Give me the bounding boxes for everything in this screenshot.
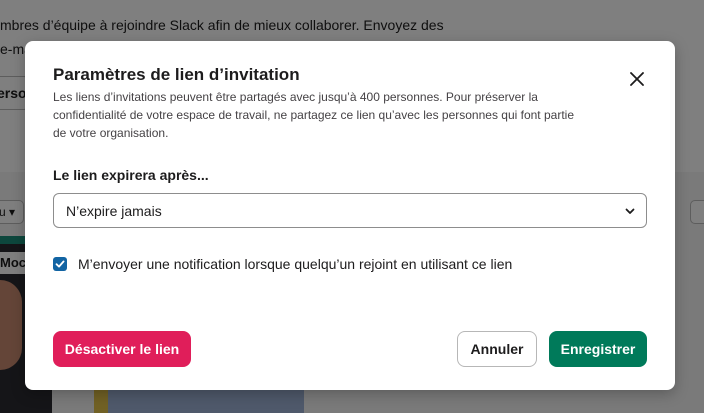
close-button[interactable] [623, 65, 651, 93]
checkmark-icon [55, 260, 65, 268]
dialog-description: Les liens d’invitations peuvent être par… [53, 90, 574, 140]
expire-label: Le lien expirera après... [53, 167, 209, 183]
dialog-title: Paramètres de lien d’invitation [53, 65, 300, 84]
deactivate-link-button[interactable]: Désactiver le lien [53, 331, 191, 367]
invite-link-settings-dialog: Paramètres de lien d’invitation Les lien… [25, 41, 675, 390]
notify-checkbox[interactable] [53, 257, 67, 271]
expire-select[interactable]: N’expire jamais [53, 193, 647, 228]
save-button[interactable]: Enregistrer [549, 331, 647, 367]
chevron-down-icon [625, 208, 635, 214]
notify-checkbox-label[interactable]: M’envoyer une notification lorsque quelq… [78, 256, 512, 272]
expire-select-value: N’expire jamais [66, 203, 162, 219]
close-icon [630, 72, 644, 86]
cancel-button[interactable]: Annuler [457, 331, 537, 367]
